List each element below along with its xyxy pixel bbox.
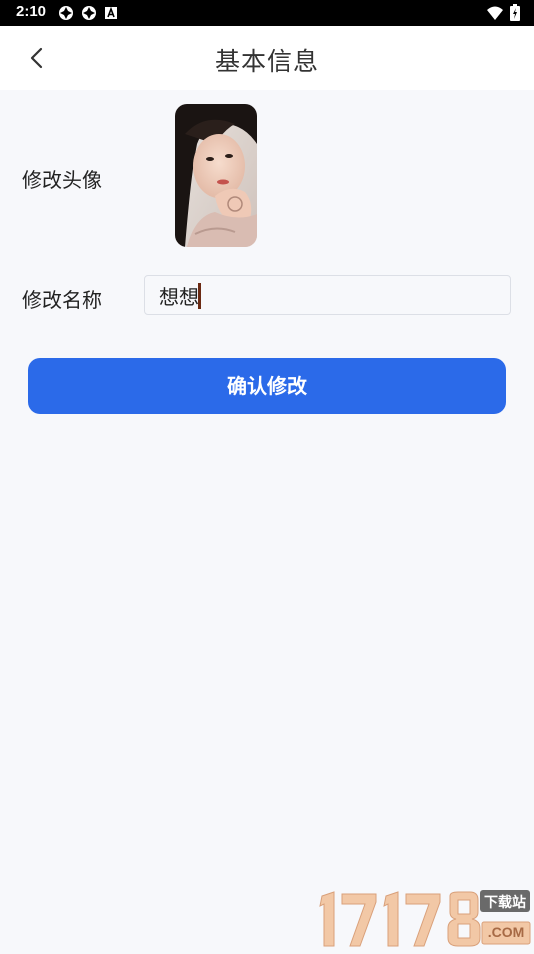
avatar-image[interactable] xyxy=(175,104,257,247)
site-watermark: 17178 下载站 .COM xyxy=(310,888,532,950)
watermark-tag: 下载站 xyxy=(484,895,526,911)
name-label: 修改名称 xyxy=(22,288,102,312)
a-badge-icon xyxy=(104,5,120,21)
app-notification-icon xyxy=(81,5,97,21)
status-time: 2:10 xyxy=(16,3,47,20)
battery-charging-icon xyxy=(510,4,520,25)
header-bar: 基本信息 xyxy=(0,26,534,90)
status-notification-icons xyxy=(58,5,120,21)
avatar-label: 修改头像 xyxy=(22,168,102,192)
wifi-icon xyxy=(486,5,504,25)
text-cursor xyxy=(198,283,201,309)
avatar-photo xyxy=(175,104,257,247)
status-system-icons xyxy=(486,4,520,25)
page-title: 基本信息 xyxy=(214,47,319,76)
watermark-brand: 17178 xyxy=(310,888,311,889)
status-bar: 2:10 xyxy=(0,0,534,26)
app-notification-icon xyxy=(58,5,74,21)
confirm-button[interactable]: 确认修改 xyxy=(28,358,506,414)
watermark-domain: .COM xyxy=(487,924,525,940)
